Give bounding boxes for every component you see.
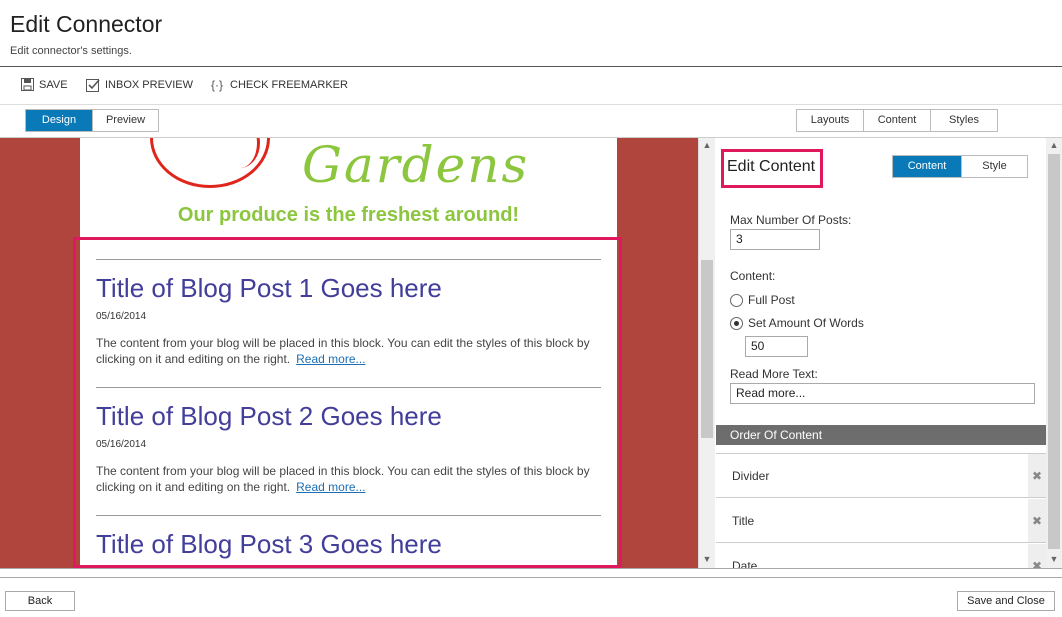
tab-preview[interactable]: Preview [93,110,158,131]
edit-connector-page: Edit Connector Edit connector's settings… [0,0,1062,617]
scroll-up-arrow-icon[interactable]: ▲ [1046,140,1062,150]
tabs-row: Design Preview Layouts Content Styles [0,105,1062,138]
read-more-link[interactable]: Read more... [296,352,365,366]
read-more-link[interactable]: Read more... [296,480,365,494]
radio-set-amount-label: Set Amount Of Words [748,316,864,330]
tab-design[interactable]: Design [26,110,93,131]
order-item[interactable]: Divider [716,454,1028,498]
post-title[interactable]: Title of Blog Post 1 Goes here [96,273,442,304]
scroll-down-arrow-icon[interactable]: ▼ [1046,554,1062,564]
read-more-label: Read More Text: [730,367,818,381]
read-more-input[interactable]: Read more... [730,383,1035,404]
save-label: SAVE [39,79,68,91]
check-freemarker-label: CHECK FREEMARKER [230,79,348,91]
save-icon [20,78,34,92]
scroll-down-arrow-icon[interactable]: ▼ [699,554,715,564]
save-button[interactable]: SAVE [20,78,68,92]
toolbar: SAVE INBOX PREVIEW {·} CHECK FREEMARKER [0,67,1062,105]
code-braces-icon: {·} [210,78,223,92]
radio-full-post-icon[interactable] [730,293,743,307]
panel-scrollbar[interactable]: ▲ ▼ [1046,138,1062,568]
edit-content-panel: Edit Content Content Style Max Number Of… [716,138,1046,568]
inbox-preview-label: INBOX PREVIEW [105,79,194,91]
post-divider [96,515,601,516]
panel-tabs: Layouts Content Styles [796,109,998,132]
footer-divider [0,577,1062,578]
scroll-up-arrow-icon[interactable]: ▲ [699,140,715,150]
max-posts-input[interactable]: 3 [730,229,820,250]
footer-divider [0,568,1062,569]
radio-set-amount-words[interactable]: Set Amount Of Words [730,316,864,330]
post-date: 05/16/2014 [96,439,147,450]
content-label: Content: [730,269,776,283]
order-item[interactable]: Date [716,544,1028,568]
post-body: The content from your blog will be place… [96,335,601,367]
radio-full-post-label: Full Post [748,293,795,307]
page-header: Edit Connector Edit connector's settings… [0,0,1062,67]
scrollbar-thumb[interactable] [1048,154,1060,549]
panel-title: Edit Content [727,158,816,175]
radio-selected-icon[interactable] [730,316,743,330]
back-button[interactable]: Back [5,591,75,611]
radio-full-post[interactable]: Full Post [730,293,795,307]
checkbox-icon [86,78,100,92]
tab-style-edit[interactable]: Style [962,156,1027,177]
page-subtitle: Edit connector's settings. [10,45,132,57]
tab-styles[interactable]: Styles [931,110,997,131]
check-freemarker-button[interactable]: {·} CHECK FREEMARKER [209,78,348,92]
scrollbar-thumb[interactable] [701,260,713,438]
tab-content-edit[interactable]: Content [893,156,962,177]
remove-icon[interactable]: ✖ [1028,544,1046,568]
tab-content[interactable]: Content [864,110,931,131]
page-title: Edit Connector [10,11,163,37]
post-divider [96,387,601,388]
post-title[interactable]: Title of Blog Post 2 Goes here [96,401,442,432]
view-toggle: Design Preview [25,109,159,132]
post-date: 05/16/2014 [96,311,147,322]
brand-logo-text: Gardens [302,138,530,194]
content-style-toggle: Content Style [892,155,1028,178]
post-divider [96,259,601,260]
words-count-input[interactable]: 50 [745,336,808,357]
max-posts-label: Max Number Of Posts: [730,213,852,227]
email-tagline: Our produce is the freshest around! [177,204,520,226]
post-body: The content from your blog will be place… [96,463,601,495]
post-title[interactable]: Title of Blog Post 3 Goes here [96,529,442,560]
tab-layouts[interactable]: Layouts [797,110,864,131]
canvas-scrollbar[interactable]: ▲ ▼ [698,138,715,568]
order-item[interactable]: Title [716,499,1028,543]
order-of-content-header: Order Of Content [716,425,1046,445]
save-and-close-button[interactable]: Save and Close [957,591,1055,611]
inbox-preview-button[interactable]: INBOX PREVIEW [86,78,193,92]
remove-icon[interactable]: ✖ [1028,454,1046,498]
remove-icon[interactable]: ✖ [1028,499,1046,543]
